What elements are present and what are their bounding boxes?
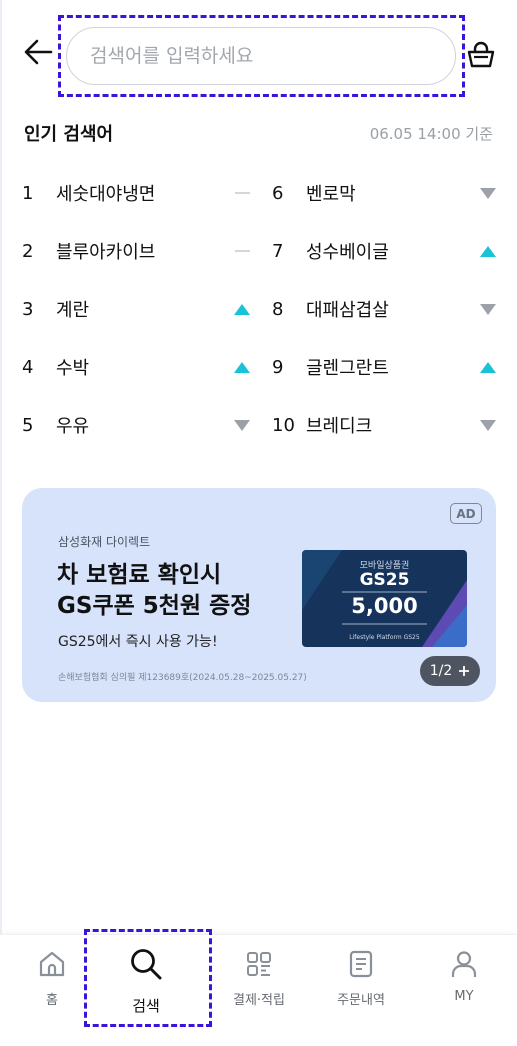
rank-keyword: 블루아카이브: [56, 242, 156, 263]
popular-keyword-row[interactable]: 1 세숫대야냉면: [22, 164, 252, 222]
trend-mark: [480, 419, 496, 431]
nav-tab-pay[interactable]: 결제·적립: [214, 935, 304, 1035]
search-input[interactable]: [90, 45, 455, 67]
trend-up-icon: [478, 357, 498, 377]
popular-list-right: 6 벤로막 7 성수베이글 8 대패삼겹살 9 글렌그란트 10 브레디크: [272, 164, 498, 454]
popular-keyword-row[interactable]: 9 글렌그란트: [272, 338, 498, 396]
popular-keyword-row[interactable]: 3 계란: [22, 280, 252, 338]
trend-mark: [234, 419, 250, 431]
ad-disclaimer: 손해보험협회 심의필 제123689호(2024.05.28~2025.05.2…: [58, 673, 307, 683]
bottom-navigation: 홈 검색 결제·적립 주문내역 MY: [0, 934, 517, 1046]
popular-title: 인기 검색어: [24, 124, 114, 145]
nav-tab-home[interactable]: 홈: [7, 935, 97, 1035]
trend-down-icon: [232, 415, 252, 435]
ad-pager-count: 1/2: [429, 663, 453, 679]
ad-subtitle: GS25에서 즉시 사용 가능!: [58, 634, 218, 650]
rank-keyword: 브레디크: [306, 416, 373, 437]
rank-keyword: 성수베이글: [306, 242, 389, 263]
nav-label-home: 홈: [46, 993, 58, 1008]
home-icon: [35, 947, 69, 981]
back-button[interactable]: [20, 34, 56, 70]
trend-down-icon: [478, 299, 498, 319]
rank-number: 10: [272, 414, 295, 436]
coupon-brand: GS25: [359, 570, 410, 590]
search-icon: [129, 947, 163, 981]
ad-brand: 삼성화재 다이렉트: [58, 535, 151, 549]
rank-number: 9: [272, 356, 284, 378]
nav-tab-orders[interactable]: 주문내역: [316, 935, 406, 1035]
rank-number: 4: [22, 356, 34, 378]
nav-label-pay: 결제·적립: [233, 993, 285, 1008]
trend-down-icon: [478, 415, 498, 435]
popular-keyword-row[interactable]: 7 성수베이글: [272, 222, 498, 280]
popular-list-left: 1 세숫대야냉면 2 블루아카이브 3 계란 4 수박 5 우유: [22, 164, 252, 454]
trend-mark: [480, 187, 496, 199]
nav-label-search: 검색: [132, 997, 160, 1015]
trend-up-icon: [232, 299, 252, 319]
rank-number: 1: [22, 182, 34, 204]
shopping-basket-icon: [467, 41, 495, 68]
coupon-footer: Lifestyle Platform GS25: [349, 634, 420, 641]
trend-mark: [234, 361, 250, 373]
rank-keyword: 대패삼겹살: [306, 300, 389, 321]
trend-mark: [480, 245, 496, 257]
rank-number: 5: [22, 414, 34, 436]
nav-label-my: MY: [454, 989, 474, 1004]
coupon-image: 모바일상품권 GS25 5,000 Lifestyle Platform GS2…: [302, 550, 467, 647]
ad-banner[interactable]: AD 삼성화재 다이렉트 차 보험료 확인시 GS쿠폰 5천원 증정 GS25에…: [22, 488, 496, 702]
search-field[interactable]: [66, 27, 456, 85]
rank-number: 8: [272, 298, 284, 320]
rank-number: 6: [272, 182, 284, 204]
search-header: [0, 0, 517, 110]
coupon-amount: 5,000: [351, 594, 418, 618]
rank-keyword: 수박: [56, 358, 90, 379]
nav-tab-search[interactable]: 검색: [101, 935, 191, 1035]
trend-mark: [480, 361, 496, 373]
rank-number: 2: [22, 240, 34, 262]
rank-keyword: 벤로막: [306, 184, 356, 205]
popular-keyword-row[interactable]: 4 수박: [22, 338, 252, 396]
trend-same-icon: [232, 241, 252, 261]
popular-keyword-row[interactable]: 6 벤로막: [272, 164, 498, 222]
rank-keyword: 글렌그란트: [306, 358, 389, 379]
popular-timestamp: 06.05 14:00 기준: [369, 125, 493, 143]
trend-up-icon: [232, 357, 252, 377]
rank-number: 3: [22, 298, 34, 320]
ad-badge: AD: [450, 503, 482, 524]
popular-keyword-row[interactable]: 10 브레디크: [272, 396, 498, 454]
cart-button[interactable]: [464, 38, 498, 72]
nav-tab-my[interactable]: MY: [419, 935, 509, 1035]
order-list-icon: [344, 947, 378, 981]
rank-keyword: 우유: [56, 416, 90, 437]
trend-mark: [234, 192, 250, 194]
rank-keyword: 계란: [56, 300, 90, 321]
nav-label-orders: 주문내역: [337, 993, 385, 1008]
plus-icon: [459, 666, 470, 676]
trend-mark: [234, 250, 250, 252]
trend-mark: [480, 303, 496, 315]
popular-keyword-row[interactable]: 5 우유: [22, 396, 252, 454]
trend-up-icon: [478, 241, 498, 261]
rank-number: 7: [272, 240, 284, 262]
rank-keyword: 세숫대야냉면: [56, 184, 156, 205]
ad-pager-button[interactable]: 1/2: [420, 656, 480, 686]
popular-keyword-row[interactable]: 8 대패삼겹살: [272, 280, 498, 338]
trend-down-icon: [478, 183, 498, 203]
trend-same-icon: [232, 183, 252, 203]
person-icon: [447, 947, 481, 981]
trend-mark: [234, 303, 250, 315]
ad-title: 차 보험료 확인시 GS쿠폰 5천원 증정: [57, 562, 252, 619]
back-arrow-icon: [24, 39, 53, 65]
popular-keyword-row[interactable]: 2 블루아카이브: [22, 222, 252, 280]
pay-grid-icon: [242, 947, 276, 981]
left-edge-divider: [0, 0, 2, 1046]
